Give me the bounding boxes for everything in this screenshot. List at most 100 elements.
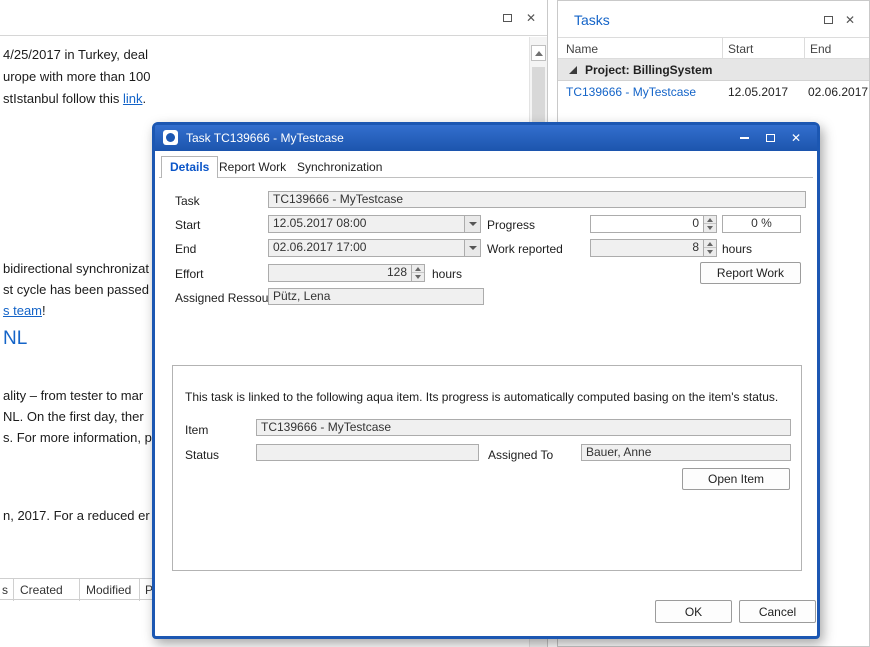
end-dropdown-button[interactable] [464,240,480,256]
work-reported-spin-buttons[interactable] [703,240,716,256]
article-text-line: bidirectional synchronizat [3,261,149,276]
start-label: Start [175,218,200,232]
column-divider [139,579,140,601]
article-text-line: urope with more than 100 [3,69,150,84]
cancel-button[interactable]: Cancel [739,600,816,623]
task-label: Task [175,194,200,208]
work-reported-input[interactable]: 8 [590,239,717,257]
article-text-line: n, 2017. For a reduced er [3,508,150,523]
tab-strip-divider [159,177,813,178]
column-header[interactable]: s [2,583,8,597]
tab-synchronization[interactable]: Synchronization [297,160,382,174]
task-row[interactable]: TC139666 - MyTestcase 12.05.2017 02.06.2… [558,81,869,103]
effort-input[interactable]: 128 [268,264,425,282]
scroll-up-button[interactable] [531,45,546,61]
close-icon: ✕ [845,13,855,27]
task-field[interactable]: TC139666 - MyTestcase [268,191,806,208]
column-header-end[interactable]: End [810,42,831,56]
section-heading: NL [3,328,27,350]
open-item-button[interactable]: Open Item [682,468,790,490]
article-text: ! [42,303,46,318]
article-text-line: stIstanbul follow this link. [3,91,146,106]
spin-up-icon [415,267,421,271]
maximize-icon [766,134,775,142]
group-label: Project: BillingSystem [585,63,712,77]
spin-down-icon [707,226,713,230]
article-text-line: 4/25/2017 in Turkey, deal [3,47,148,62]
maximize-button[interactable] [818,11,838,29]
assigned-to-label: Assigned To [488,448,553,462]
chevron-down-icon [469,246,477,250]
spin-down-icon [707,250,713,254]
article-link[interactable]: s team [3,303,42,318]
column-header-start[interactable]: Start [728,42,753,56]
column-header-created[interactable]: Created [20,583,63,597]
dialog-titlebar[interactable]: Task TC139666 - MyTestcase ✕ [155,125,817,151]
spin-up-icon [707,218,713,222]
chevron-down-icon [469,222,477,226]
item-label: Item [185,423,208,437]
close-icon: ✕ [526,11,536,25]
group-row-billingsystem[interactable]: Project: BillingSystem [558,59,869,81]
article-link[interactable]: link [123,91,143,106]
group-expand-icon [569,66,577,74]
start-value: 12.05.2017 08:00 [273,216,366,230]
task-end-date: 02.06.2017 [808,85,868,99]
work-reported-value: 8 [692,240,699,254]
status-field[interactable] [256,444,479,461]
task-start-date: 12.05.2017 [728,85,788,99]
assigned-to-field[interactable]: Bauer, Anne [581,444,791,461]
linked-item-info: This task is linked to the following aqu… [185,390,778,404]
start-datetime-input[interactable]: 12.05.2017 08:00 [268,215,481,233]
report-work-button[interactable]: Report Work [700,262,801,284]
maximize-button[interactable] [497,9,517,27]
article-text-line: NL. On the first day, ther [3,409,144,424]
effort-label: Effort [175,267,203,281]
maximize-icon [503,14,512,22]
progress-percent-display: 0 % [722,215,801,233]
hours-label: hours [722,242,752,256]
task-link[interactable]: TC139666 - MyTestcase [566,85,696,99]
tab-report-work[interactable]: Report Work [219,160,286,174]
start-dropdown-button[interactable] [464,216,480,232]
progress-input[interactable]: 0 [590,215,717,233]
dialog-title: Task TC139666 - MyTestcase [186,125,344,151]
end-value: 02.06.2017 17:00 [273,240,366,254]
linked-item-groupbox: This task is linked to the following aqu… [172,365,802,571]
article-text-line: st cycle has been passed [3,282,149,297]
hours-label: hours [432,267,462,281]
work-reported-label: Work reported [487,242,563,256]
tasks-grid-header: Name Start End [558,37,869,59]
app-icon [163,130,178,145]
assigned-ressource-field[interactable]: Pütz, Lena [268,288,484,305]
minimize-icon [740,137,749,139]
article-text-line: ality – from tester to mar [3,388,143,403]
column-header-modified[interactable]: Modified [86,583,131,597]
article-text: stIstanbul follow this [3,91,123,106]
close-button[interactable]: ✕ [785,129,807,147]
progress-value: 0 [692,216,699,230]
column-divider [79,579,80,601]
effort-value: 128 [387,265,407,279]
end-datetime-input[interactable]: 02.06.2017 17:00 [268,239,481,257]
column-divider [722,38,723,60]
minimize-button[interactable] [733,129,755,147]
column-divider [804,38,805,60]
progress-spin-buttons[interactable] [703,216,716,232]
column-divider [13,579,14,601]
status-label: Status [185,448,219,462]
close-button[interactable]: ✕ [840,11,860,29]
tab-details[interactable]: Details [161,156,218,178]
item-field[interactable]: TC139666 - MyTestcase [256,419,791,436]
effort-spin-buttons[interactable] [411,265,424,281]
tasks-panel-title: Tasks [574,12,610,28]
ok-button[interactable]: OK [655,600,732,623]
column-header-name[interactable]: Name [566,42,598,56]
spin-up-icon [707,242,713,246]
left-window-titlebar[interactable]: ✕ [0,0,547,36]
article-text-line: s team! [3,303,46,318]
end-label: End [175,242,196,256]
maximize-button[interactable] [759,129,781,147]
close-button[interactable]: ✕ [521,9,541,27]
scroll-up-icon [535,51,543,56]
